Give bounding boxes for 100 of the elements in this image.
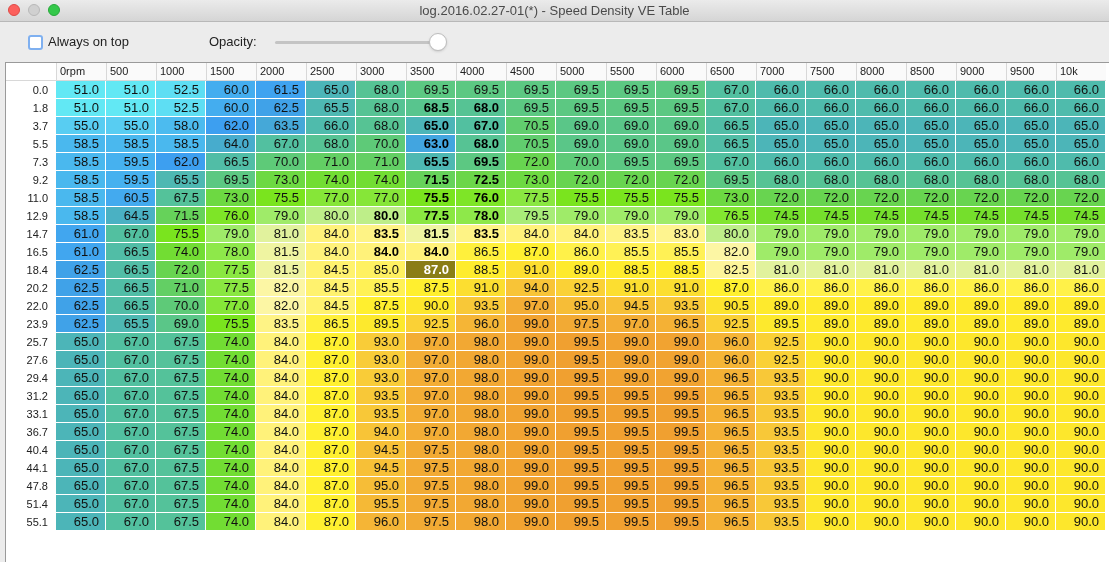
table-cell[interactable]: 99.5 xyxy=(656,477,706,495)
table-cell[interactable]: 69.0 xyxy=(556,135,606,153)
table-cell[interactable]: 90.0 xyxy=(806,387,856,405)
table-cell[interactable]: 74.0 xyxy=(206,441,256,459)
table-cell[interactable]: 67.0 xyxy=(106,387,156,405)
table-cell[interactable]: 98.0 xyxy=(456,513,506,531)
table-cell[interactable]: 81.5 xyxy=(406,225,456,243)
table-cell[interactable]: 77.0 xyxy=(306,189,356,207)
table-cell[interactable]: 66.0 xyxy=(906,81,956,99)
column-header[interactable]: 6500 xyxy=(706,63,756,81)
table-cell[interactable]: 66.0 xyxy=(806,99,856,117)
table-cell[interactable]: 58.5 xyxy=(56,153,106,171)
table-cell[interactable]: 67.0 xyxy=(706,81,756,99)
table-cell[interactable]: 99.0 xyxy=(506,369,556,387)
table-cell[interactable]: 69.5 xyxy=(706,171,756,189)
table-cell[interactable]: 98.0 xyxy=(456,495,506,513)
table-cell[interactable]: 67.0 xyxy=(106,459,156,477)
table-cell[interactable]: 92.5 xyxy=(556,279,606,297)
table-cell[interactable]: 68.0 xyxy=(306,135,356,153)
table-cell[interactable]: 90.0 xyxy=(1006,513,1056,531)
table-cell[interactable]: 89.0 xyxy=(906,315,956,333)
table-cell[interactable]: 89.0 xyxy=(806,297,856,315)
table-cell[interactable]: 90.0 xyxy=(806,441,856,459)
table-cell[interactable]: 99.5 xyxy=(656,441,706,459)
table-cell[interactable]: 81.5 xyxy=(256,243,306,261)
column-header[interactable]: 2000 xyxy=(256,63,306,81)
table-cell[interactable]: 79.0 xyxy=(606,207,656,225)
table-cell[interactable]: 65.0 xyxy=(956,117,1006,135)
table-cell[interactable]: 74.0 xyxy=(206,351,256,369)
table-cell[interactable]: 89.0 xyxy=(856,315,906,333)
table-cell[interactable]: 84.0 xyxy=(556,225,606,243)
table-cell[interactable]: 92.5 xyxy=(756,351,806,369)
table-cell[interactable]: 66.5 xyxy=(706,135,756,153)
table-cell[interactable]: 99.5 xyxy=(556,477,606,495)
table-cell[interactable]: 72.0 xyxy=(806,189,856,207)
table-cell[interactable]: 67.0 xyxy=(106,351,156,369)
table-cell[interactable]: 88.5 xyxy=(656,261,706,279)
table-cell[interactable]: 84.0 xyxy=(256,441,306,459)
table-cell[interactable]: 73.0 xyxy=(256,171,306,189)
table-cell[interactable]: 69.0 xyxy=(606,117,656,135)
table-cell[interactable]: 74.0 xyxy=(356,171,406,189)
table-cell[interactable]: 52.5 xyxy=(156,99,206,117)
table-cell[interactable]: 81.0 xyxy=(756,261,806,279)
table-cell[interactable]: 55.0 xyxy=(106,117,156,135)
table-cell[interactable]: 79.0 xyxy=(1056,225,1106,243)
table-cell[interactable]: 89.0 xyxy=(956,315,1006,333)
table-cell[interactable]: 87.0 xyxy=(506,243,556,261)
table-cell[interactable]: 78.0 xyxy=(206,243,256,261)
table-cell[interactable]: 67.0 xyxy=(456,117,506,135)
table-cell[interactable]: 67.5 xyxy=(156,189,206,207)
table-cell[interactable]: 66.5 xyxy=(106,297,156,315)
table-cell[interactable]: 62.5 xyxy=(256,99,306,117)
table-cell[interactable]: 90.0 xyxy=(1056,495,1106,513)
table-cell[interactable]: 87.0 xyxy=(306,441,356,459)
table-cell[interactable]: 74.0 xyxy=(156,243,206,261)
table-cell[interactable]: 63.5 xyxy=(256,117,306,135)
table-cell[interactable]: 66.0 xyxy=(1056,81,1106,99)
table-cell[interactable]: 90.0 xyxy=(856,459,906,477)
table-cell[interactable]: 96.5 xyxy=(706,405,756,423)
table-cell[interactable]: 89.0 xyxy=(906,297,956,315)
table-cell[interactable]: 89.0 xyxy=(556,261,606,279)
table-cell[interactable]: 65.0 xyxy=(56,459,106,477)
table-cell[interactable]: 79.0 xyxy=(1006,243,1056,261)
table-cell[interactable]: 69.5 xyxy=(456,81,506,99)
table-cell[interactable]: 76.0 xyxy=(206,207,256,225)
table-cell[interactable]: 65.0 xyxy=(856,135,906,153)
table-cell[interactable]: 98.0 xyxy=(456,369,506,387)
table-cell[interactable]: 97.5 xyxy=(556,315,606,333)
table-cell[interactable]: 62.0 xyxy=(206,117,256,135)
table-cell[interactable]: 93.5 xyxy=(756,459,806,477)
table-cell[interactable]: 99.5 xyxy=(556,495,606,513)
table-cell[interactable]: 74.0 xyxy=(206,405,256,423)
table-cell[interactable]: 90.0 xyxy=(1056,459,1106,477)
table-cell[interactable]: 92.5 xyxy=(406,315,456,333)
table-cell[interactable]: 93.5 xyxy=(756,513,806,531)
table-cell[interactable]: 62.5 xyxy=(56,261,106,279)
table-cell[interactable]: 65.0 xyxy=(806,117,856,135)
table-cell[interactable]: 93.5 xyxy=(756,387,806,405)
table-cell[interactable]: 79.0 xyxy=(806,243,856,261)
table-cell[interactable]: 99.0 xyxy=(506,459,556,477)
table-cell[interactable]: 71.0 xyxy=(306,153,356,171)
table-cell[interactable]: 68.0 xyxy=(356,117,406,135)
table-cell[interactable]: 74.5 xyxy=(1056,207,1106,225)
table-cell[interactable]: 72.0 xyxy=(1056,189,1106,207)
table-cell[interactable]: 77.0 xyxy=(356,189,406,207)
table-cell[interactable]: 58.5 xyxy=(56,135,106,153)
table-cell[interactable]: 84.0 xyxy=(306,225,356,243)
table-cell[interactable]: 74.5 xyxy=(1006,207,1056,225)
table-cell[interactable]: 66.5 xyxy=(206,153,256,171)
opacity-slider[interactable] xyxy=(274,32,447,52)
table-cell[interactable]: 99.0 xyxy=(606,333,656,351)
table-cell[interactable]: 84.0 xyxy=(406,243,456,261)
column-header[interactable]: 9500 xyxy=(1006,63,1056,81)
table-cell[interactable]: 86.5 xyxy=(306,315,356,333)
table-cell[interactable]: 90.0 xyxy=(1006,459,1056,477)
table-cell[interactable]: 65.0 xyxy=(756,135,806,153)
column-header[interactable]: 8500 xyxy=(906,63,956,81)
table-cell[interactable]: 63.0 xyxy=(406,135,456,153)
table-cell[interactable]: 99.5 xyxy=(606,459,656,477)
table-cell[interactable]: 87.0 xyxy=(306,495,356,513)
